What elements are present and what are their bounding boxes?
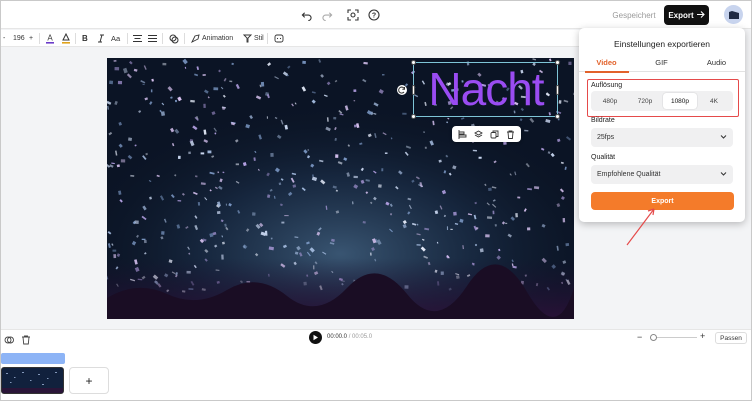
- redo-icon[interactable]: [319, 7, 335, 23]
- play-icon: [313, 334, 318, 341]
- text-color-icon[interactable]: A: [45, 33, 55, 44]
- divider: [267, 33, 268, 44]
- annotation-arrow-icon: [626, 208, 655, 246]
- duplicate-icon[interactable]: [489, 129, 500, 140]
- resolution-480p[interactable]: 480p: [593, 93, 627, 109]
- arrow-right-icon: [696, 10, 705, 20]
- resize-handle[interactable]: [411, 60, 416, 65]
- align-icon[interactable]: [133, 33, 142, 44]
- tab-gif[interactable]: GIF: [634, 58, 689, 72]
- layers-icon[interactable]: [473, 129, 484, 140]
- avatar-icon: [728, 10, 739, 19]
- font-size-increase[interactable]: +: [29, 33, 33, 44]
- help-icon[interactable]: ?: [366, 7, 382, 23]
- style-label: Stil: [254, 35, 264, 42]
- total-duration: 00:05.0: [352, 334, 373, 340]
- resolution-selector: 480p 720p 1080p 4K: [591, 91, 733, 111]
- style-button[interactable]: Stil: [243, 33, 264, 44]
- italic-icon[interactable]: [97, 33, 105, 44]
- top-bar: ? Gespeichert Export: [1, 1, 751, 29]
- list-icon[interactable]: [148, 33, 157, 44]
- comment-icon[interactable]: [274, 33, 284, 44]
- app-window: ? Gespeichert Export - 196 + A B Aa Anim…: [0, 0, 752, 401]
- current-time: 00:00.0: [327, 334, 348, 340]
- zoom-in-button[interactable]: +: [700, 331, 705, 341]
- playback-time: 00:00.0 / 00:05.0: [327, 334, 372, 340]
- animation-icon: [191, 34, 200, 43]
- quality-label: Qualität: [591, 154, 616, 161]
- panel-title: Einstellungen exportieren: [614, 39, 710, 49]
- quality-value: Empfohlene Qualität: [597, 171, 661, 178]
- font-size-value[interactable]: 196: [13, 33, 25, 44]
- highlight-icon[interactable]: [61, 33, 71, 44]
- resize-handle[interactable]: [412, 85, 415, 95]
- export-tabs: Video GIF Audio: [579, 58, 745, 73]
- animation-label: Animation: [202, 35, 234, 42]
- font-size-decrease[interactable]: -: [3, 33, 5, 44]
- undo-icon[interactable]: [298, 7, 314, 23]
- duplicate-clip-icon[interactable]: [4, 332, 14, 350]
- resolution-1080p[interactable]: 1080p: [663, 93, 697, 109]
- divider: [127, 33, 128, 44]
- fit-button[interactable]: Passen: [715, 332, 747, 344]
- zoom-slider-handle[interactable]: [650, 334, 657, 341]
- trash-icon[interactable]: [21, 332, 31, 350]
- resize-handle[interactable]: [555, 60, 560, 65]
- tab-video[interactable]: Video: [579, 58, 634, 72]
- framerate-label: Bildrate: [591, 117, 615, 124]
- framerate-value: 25fps: [597, 134, 615, 141]
- framerate-select[interactable]: 25fps: [591, 128, 733, 147]
- svg-text:A: A: [47, 34, 53, 43]
- resolution-4k[interactable]: 4K: [697, 93, 731, 109]
- divider: [184, 33, 185, 44]
- bold-button[interactable]: B: [82, 33, 88, 44]
- resolution-label: Auflösung: [591, 82, 623, 89]
- animation-button[interactable]: Animation: [191, 33, 233, 44]
- chevron-down-icon: [720, 170, 727, 179]
- video-clip-thumbnail[interactable]: [1, 367, 64, 394]
- resize-handle[interactable]: [556, 85, 559, 95]
- zoom-out-button[interactable]: −: [637, 332, 642, 342]
- selection-box[interactable]: [413, 62, 558, 117]
- chevron-down-icon: [720, 133, 727, 142]
- zoom-slider[interactable]: [650, 337, 697, 338]
- text-track-clip[interactable]: [1, 353, 65, 364]
- style-icon: [243, 34, 252, 43]
- tab-audio[interactable]: Audio: [689, 58, 744, 72]
- format-toolbar: - 196 + A B Aa Animation Stil: [1, 30, 581, 47]
- avatar[interactable]: [724, 5, 743, 24]
- resize-handle[interactable]: [411, 114, 416, 119]
- trash-icon[interactable]: [505, 129, 516, 140]
- resolution-720p[interactable]: 720p: [628, 93, 662, 109]
- align-elements-icon[interactable]: [457, 129, 468, 140]
- effects-icon[interactable]: [169, 33, 179, 44]
- export-settings-panel: Einstellungen exportieren Video GIF Audi…: [579, 28, 745, 222]
- svg-text:?: ?: [372, 13, 376, 20]
- active-tab-indicator: [585, 71, 629, 73]
- divider: [162, 33, 163, 44]
- export-top-button[interactable]: Export: [664, 5, 709, 25]
- add-clip-button[interactable]: +: [69, 367, 109, 394]
- quality-select[interactable]: Empfohlene Qualität: [591, 165, 733, 184]
- rotate-handle-icon[interactable]: [397, 85, 407, 95]
- screenshot-icon[interactable]: [345, 7, 361, 23]
- divider: [75, 33, 76, 44]
- saved-status: Gespeichert: [612, 10, 656, 20]
- export-button[interactable]: Export: [591, 192, 734, 210]
- resize-handle[interactable]: [555, 114, 560, 119]
- time-separator: /: [348, 334, 351, 340]
- divider: [39, 33, 40, 44]
- clip-thumbnail-image: [2, 368, 63, 393]
- text-case-button[interactable]: Aa: [111, 33, 120, 44]
- export-top-label: Export: [668, 10, 694, 20]
- element-mini-toolbar: [452, 126, 521, 142]
- play-button[interactable]: [309, 331, 322, 344]
